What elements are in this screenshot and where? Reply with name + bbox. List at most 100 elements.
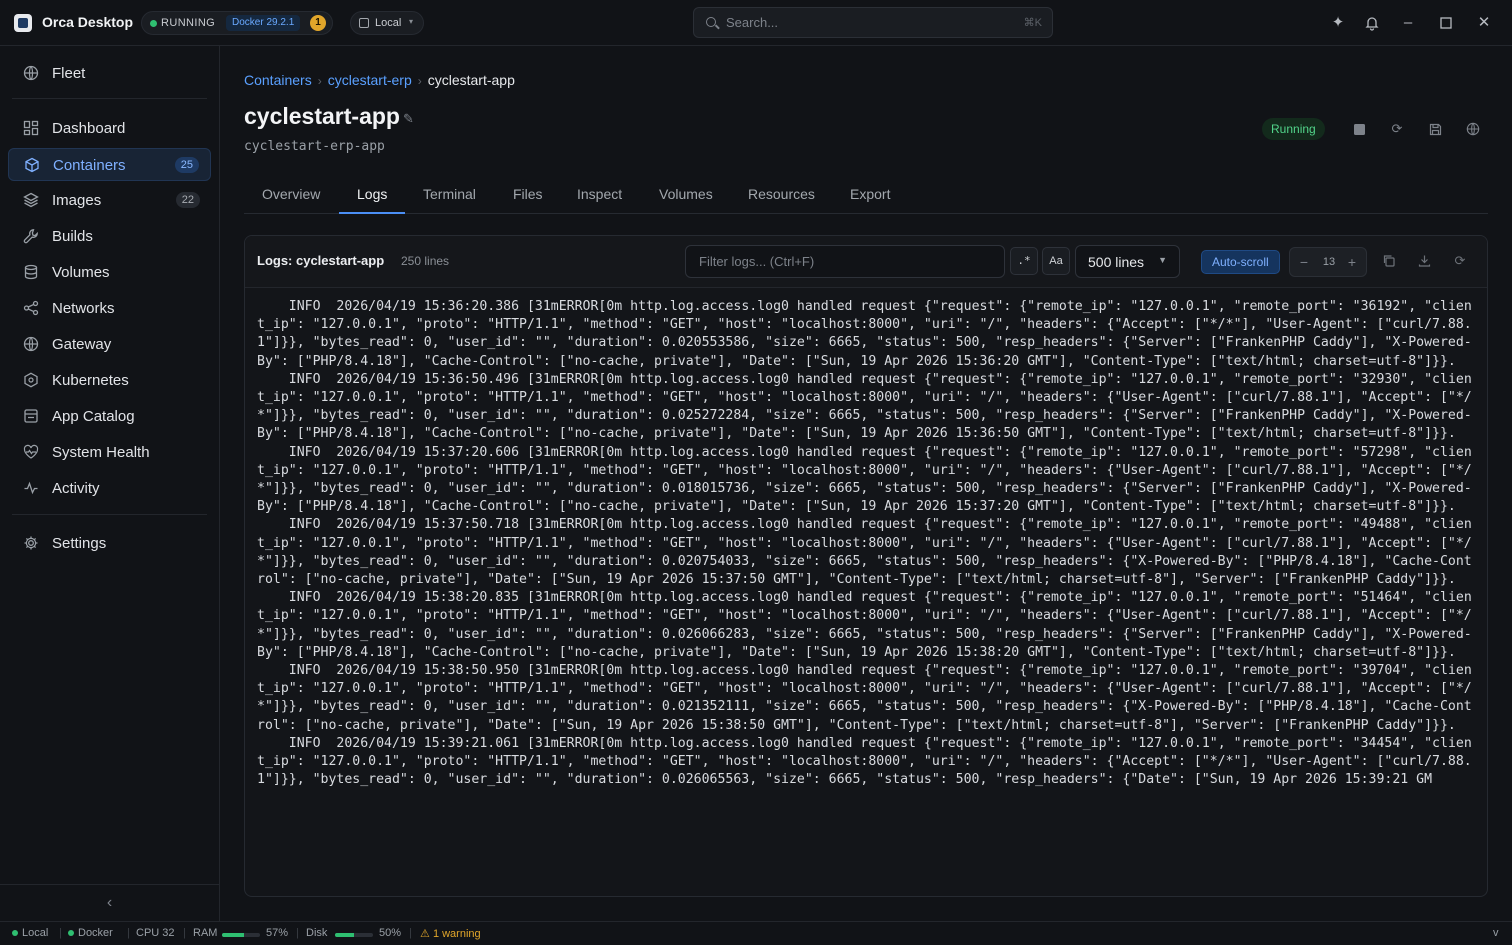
- cube-icon: [24, 157, 40, 173]
- close-icon[interactable]: ✕: [1473, 12, 1495, 34]
- hexagon-icon: [23, 372, 39, 388]
- sidebar-item-app-catalog[interactable]: App Catalog: [8, 400, 211, 433]
- status-badge: Running: [1262, 118, 1325, 140]
- tab-volumes[interactable]: Volumes: [641, 175, 731, 214]
- search-shortcut: ⌘K: [1023, 17, 1042, 29]
- sidebar-item-label: App Catalog: [52, 408, 135, 425]
- sparkle-icon[interactable]: ✦: [1327, 12, 1349, 34]
- app-logo-icon: [14, 14, 32, 32]
- sidebar-collapse-button[interactable]: ‹: [0, 884, 219, 921]
- tab-files[interactable]: Files: [495, 175, 561, 214]
- warning-count-badge[interactable]: 1: [310, 15, 326, 31]
- context-label: Local: [375, 17, 402, 29]
- tab-overview[interactable]: Overview: [244, 175, 338, 214]
- logs-panel: Logs: cyclestart-app 250 lines .* Aa 500…: [244, 235, 1488, 897]
- log-line: INFO 2026/04/19 15:38:20.835 [31mERROR[0…: [257, 590, 1472, 660]
- sidebar-item-label: Volumes: [52, 264, 110, 281]
- sidebar-item-label: Dashboard: [52, 120, 126, 137]
- increase-font-button[interactable]: +: [1344, 254, 1360, 270]
- gear-icon: [23, 535, 39, 551]
- chevron-right-icon: ›: [417, 74, 422, 88]
- disk-label: Disk: [306, 927, 328, 939]
- sidebar-item-label: Gateway: [52, 336, 112, 353]
- wrench-icon: [23, 228, 39, 244]
- sidebar-item-fleet[interactable]: Fleet: [8, 57, 211, 90]
- sidebar-item-activity[interactable]: Activity: [8, 472, 211, 505]
- status-local-label: Local: [22, 927, 49, 939]
- restart-icon[interactable]: ⟳: [1387, 119, 1407, 139]
- database-icon: [23, 264, 39, 280]
- disk-usage-fill: [335, 933, 354, 937]
- sidebar-item-gateway[interactable]: Gateway: [8, 328, 211, 361]
- context-selector[interactable]: Local ▾: [350, 11, 424, 35]
- tab-logs[interactable]: Logs: [339, 175, 406, 214]
- status-docker[interactable]: Docker: [68, 927, 113, 939]
- tab-resources[interactable]: Resources: [730, 175, 833, 214]
- line-limit-select[interactable]: 500 lines ▼: [1075, 245, 1180, 278]
- sidebar-item-dashboard[interactable]: Dashboard: [8, 112, 211, 145]
- breadcrumb-containers-link[interactable]: Containers: [244, 72, 312, 88]
- log-line: INFO 2026/04/19 15:36:50.496 [31mERROR[0…: [257, 371, 1472, 442]
- decrease-font-button[interactable]: −: [1296, 254, 1312, 270]
- font-size-value: 13: [1322, 256, 1336, 268]
- regex-toggle-button[interactable]: .*: [1010, 247, 1038, 275]
- containers-count-badge: 25: [174, 157, 199, 173]
- sidebar-item-system-health[interactable]: System Health: [8, 436, 211, 469]
- sidebar-item-label: Images: [52, 192, 102, 209]
- maximize-icon[interactable]: [1435, 12, 1457, 34]
- activity-icon: [23, 480, 39, 496]
- sidebar-item-images[interactable]: Images 22: [8, 184, 211, 217]
- copy-icon[interactable]: [1378, 251, 1398, 271]
- images-count-badge: 22: [175, 192, 200, 208]
- sidebar-divider: [12, 98, 207, 99]
- sidebar-item-networks[interactable]: Networks: [8, 292, 211, 325]
- warning-icon: ⚠: [420, 928, 430, 940]
- sidebar-item-settings[interactable]: Settings: [8, 527, 211, 560]
- tab-terminal[interactable]: Terminal: [405, 175, 494, 214]
- browser-icon[interactable]: [1463, 119, 1483, 139]
- stop-icon[interactable]: [1349, 119, 1369, 139]
- status-separator: |: [127, 927, 130, 939]
- sidebar-item-containers[interactable]: Containers 25: [8, 148, 211, 181]
- breadcrumb-project-link[interactable]: cyclestart-erp: [328, 72, 412, 88]
- ram-label: RAM: [193, 927, 218, 939]
- status-dot-icon: [68, 930, 74, 937]
- dashboard-icon: [23, 120, 39, 136]
- global-search[interactable]: ⌘K: [693, 7, 1053, 38]
- refresh-icon[interactable]: ⟳: [1450, 251, 1470, 271]
- search-input[interactable]: [726, 8, 1006, 37]
- log-filter-input[interactable]: [699, 246, 999, 277]
- download-icon[interactable]: [1414, 251, 1434, 271]
- sidebar-item-kubernetes[interactable]: Kubernetes: [8, 364, 211, 397]
- warnings-indicator[interactable]: ⚠ 1 warning: [420, 927, 481, 940]
- store-icon: [23, 408, 39, 424]
- docker-version-badge: Docker 29.2.1: [226, 15, 301, 31]
- version-label: v: [1493, 927, 1499, 939]
- sidebar-item-label: Activity: [52, 480, 100, 497]
- sidebar-item-builds[interactable]: Builds: [8, 220, 211, 253]
- sidebar-item-label: Kubernetes: [52, 372, 129, 389]
- log-line: INFO 2026/04/19 15:39:21.061 [31mERROR[0…: [257, 735, 1472, 788]
- breadcrumb-current: cyclestart-app: [427, 72, 515, 88]
- auto-scroll-toggle[interactable]: Auto-scroll: [1201, 250, 1280, 274]
- globe-icon: [23, 65, 39, 81]
- log-output[interactable]: INFO 2026/04/19 15:36:20.386 [31mERROR[0…: [245, 289, 1487, 896]
- sidebar-item-volumes[interactable]: Volumes: [8, 256, 211, 289]
- ram-usage-fill: [222, 933, 244, 937]
- tab-export[interactable]: Export: [832, 175, 908, 214]
- line-limit-value: 500 lines: [1088, 254, 1145, 270]
- minimize-icon[interactable]: –: [1397, 12, 1419, 34]
- log-filter[interactable]: [685, 245, 1005, 278]
- engine-status-pill[interactable]: RUNNING Docker 29.2.1 1: [141, 11, 333, 35]
- tab-inspect[interactable]: Inspect: [559, 175, 640, 214]
- sidebar-item-label: System Health: [52, 444, 150, 461]
- container-full-name: cyclestart-erp-app: [244, 139, 385, 154]
- title-bar: Orca Desktop RUNNING Docker 29.2.1 1 Loc…: [0, 0, 1512, 46]
- status-local[interactable]: Local: [12, 927, 48, 939]
- case-sensitive-toggle-button[interactable]: Aa: [1042, 247, 1070, 275]
- tab-bar: Overview Logs Terminal Files Inspect Vol…: [244, 175, 1488, 214]
- bell-icon[interactable]: [1361, 12, 1383, 34]
- save-icon[interactable]: [1425, 119, 1445, 139]
- edit-name-icon[interactable]: ✎: [403, 111, 414, 127]
- sidebar-item-label: Fleet: [52, 65, 86, 82]
